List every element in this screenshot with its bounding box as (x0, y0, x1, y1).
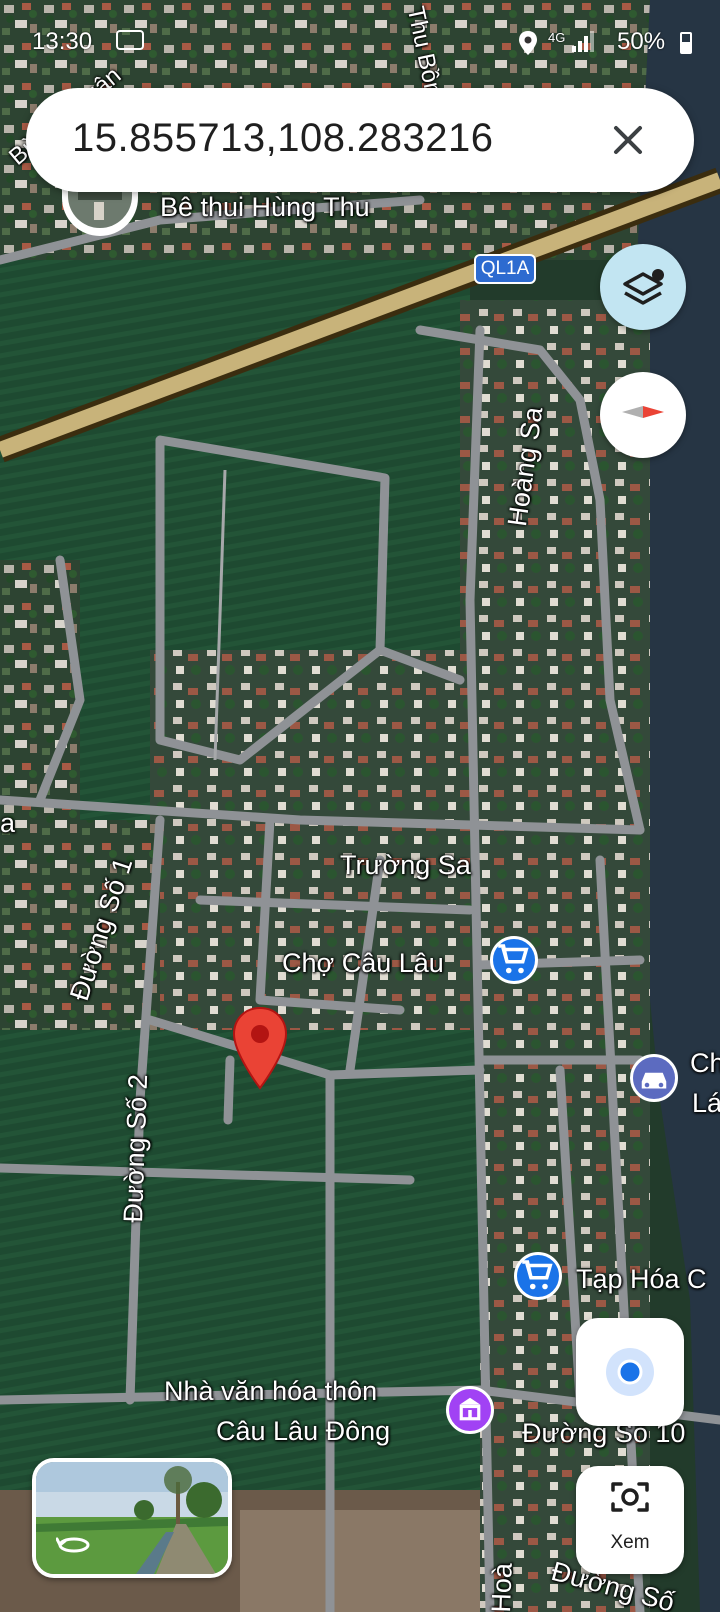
location-pin-icon[interactable] (232, 1006, 288, 1090)
layers-button[interactable] (600, 244, 686, 330)
poi-label-nha-van-hoa-line1[interactable]: Nhà văn hóa thôn (164, 1376, 377, 1407)
lens-view-button[interactable]: Xem (576, 1466, 684, 1574)
poi-label-nha-van-hoa-line2[interactable]: Câu Lâu Đông (216, 1416, 390, 1447)
compass-icon (622, 406, 664, 418)
road-badge-text: QL1A (480, 258, 530, 279)
battery-percentage: 50% (617, 28, 666, 55)
road-badge-ql1a: QL1A (474, 254, 536, 284)
status-time: 13:30 (32, 28, 93, 55)
shopping-cart-icon[interactable] (490, 936, 538, 984)
compass-button[interactable] (600, 372, 686, 458)
street-label-hoa-partial: Hoà (486, 1562, 518, 1612)
poi-label-partial-la[interactable]: Lá (692, 1088, 720, 1119)
poi-label-tap-hoa[interactable]: Tạp Hóa C (576, 1264, 707, 1295)
shopping-cart-icon-2[interactable] (514, 1252, 562, 1300)
my-location-icon (606, 1348, 654, 1396)
street-view-thumbnail[interactable] (32, 1458, 232, 1578)
street-label-duong-so-2: Đường Số 2 (118, 1073, 154, 1224)
poi-label-be-thui[interactable]: Bê thui Hùng Thu (160, 192, 370, 223)
status-bar: 13:30 4G 50% (0, 0, 720, 80)
street-label-left-a: a (0, 808, 16, 838)
location-status-icon (518, 30, 538, 61)
my-location-button[interactable] (576, 1318, 684, 1426)
search-bar[interactable]: 15.855713,108.283216 (26, 88, 694, 192)
camera-lens-icon (611, 1482, 649, 1512)
battery-icon (680, 32, 692, 54)
lens-view-label: Xem (610, 1532, 650, 1553)
signal-icon (570, 30, 596, 59)
search-query-text[interactable]: 15.855713,108.283216 (72, 116, 494, 161)
car-service-icon[interactable] (630, 1054, 678, 1102)
network-type-label: 4G (548, 30, 566, 45)
close-icon[interactable] (608, 120, 648, 160)
temple-icon[interactable] (446, 1386, 494, 1434)
poi-label-partial-ch[interactable]: Ch (690, 1048, 720, 1079)
street-label-truong-sa: Trường Sa (340, 850, 471, 880)
app-notification-icon (116, 30, 144, 50)
poi-label-cho-cau-lau[interactable]: Chợ Câu Lâu (282, 948, 444, 979)
street-view-rotate-icon (55, 1534, 92, 1561)
layers-icon (623, 269, 664, 305)
